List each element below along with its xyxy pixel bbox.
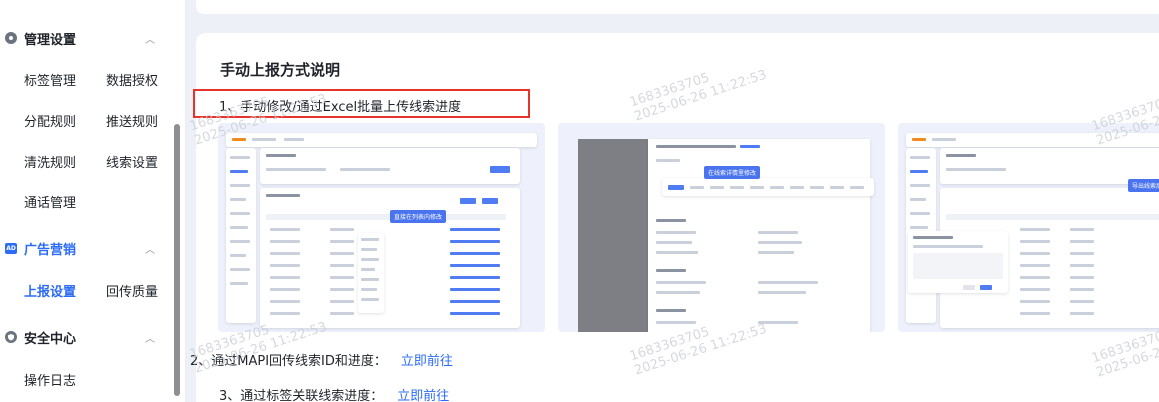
sidebar-item-callback-quality[interactable]: 回传质量 [106, 281, 158, 300]
screenshot-batch-upload: 导出线索后批量上传 [898, 123, 1159, 332]
mini-sidebar [226, 148, 256, 323]
section-security-center[interactable]: 安全中心 ︿ [0, 317, 186, 357]
sidebar-item-lead-settings[interactable]: 线索设置 [106, 152, 158, 171]
section-management-settings[interactable]: 管理设置 ︿ [0, 18, 186, 58]
mini-topbar [906, 133, 1159, 147]
step-2: 2、通过MAPI回传线索ID和进度： 立即前往 [190, 350, 453, 369]
go-now-link-tag[interactable]: 立即前往 [397, 389, 449, 402]
section-label: 安全中心 [24, 331, 77, 347]
sidebar: 管理设置 ︿ 标签管理 数据授权 分配规则 推送规则 清洗规则 线索设置 通话管… [0, 0, 186, 402]
top-card [196, 0, 1159, 14]
mini-filter-bar [260, 148, 520, 184]
sidebar-item-cleaning-rules[interactable]: 清洗规则 [24, 152, 76, 171]
section-label: 广告营销 [24, 242, 77, 258]
step-3: 3、通过标签关联线索进度： 立即前往 [219, 385, 449, 402]
sidebar-item-push-rules[interactable]: 推送规则 [106, 111, 158, 130]
mini-dark-overlay [578, 139, 648, 332]
tip-list-edit: 直接在列表内修改 [390, 210, 447, 223]
screenshot-detail-edit: 在线索详情里修改 [558, 123, 885, 332]
sidebar-item-report-settings[interactable]: 上报设置 [24, 281, 76, 300]
sidebar-scrollbar[interactable] [174, 124, 180, 396]
section-label: 管理设置 [24, 32, 77, 48]
screenshot-list-edit: 直接在列表内修改 [218, 123, 545, 332]
page-title: 手动上报方式说明 [220, 61, 341, 79]
mini-upload-dialog [908, 231, 1008, 293]
section-ad-marketing[interactable]: AD 广告营销 ︿ [0, 228, 186, 268]
mini-status-bar [662, 178, 874, 196]
chevron-up-icon[interactable]: ︿ [145, 330, 155, 345]
step-3-text: 3、通过标签关联线索进度： [219, 389, 384, 402]
tip-batch-upload: 导出线索后批量上传 [1128, 179, 1159, 192]
sidebar-item-data-authorization[interactable]: 数据授权 [106, 70, 158, 89]
sidebar-item-call-management[interactable]: 通话管理 [24, 192, 76, 211]
gear-icon [5, 32, 17, 44]
step-1-text: 1、手动修改/通过Excel批量上传线索进度 [219, 100, 462, 115]
ad-icon: AD [5, 242, 17, 254]
sidebar-item-assignment-rules[interactable]: 分配规则 [24, 111, 76, 130]
sidebar-item-tag-management[interactable]: 标签管理 [24, 70, 76, 89]
tip-detail-edit: 在线索详情里修改 [704, 166, 761, 179]
sidebar-item-operation-log[interactable]: 操作日志 [24, 370, 76, 389]
chevron-up-icon[interactable]: ︿ [145, 31, 155, 46]
mini-topbar [226, 133, 537, 147]
mini-filter-bar [940, 148, 1159, 184]
mini-dropdown [358, 233, 384, 313]
chevron-up-icon[interactable]: ︿ [145, 241, 155, 256]
step-2-text: 2、通过MAPI回传线索ID和进度： [190, 354, 387, 369]
mini-table [260, 188, 520, 328]
go-now-link-mapi[interactable]: 立即前往 [401, 354, 453, 369]
shield-icon [5, 331, 17, 343]
